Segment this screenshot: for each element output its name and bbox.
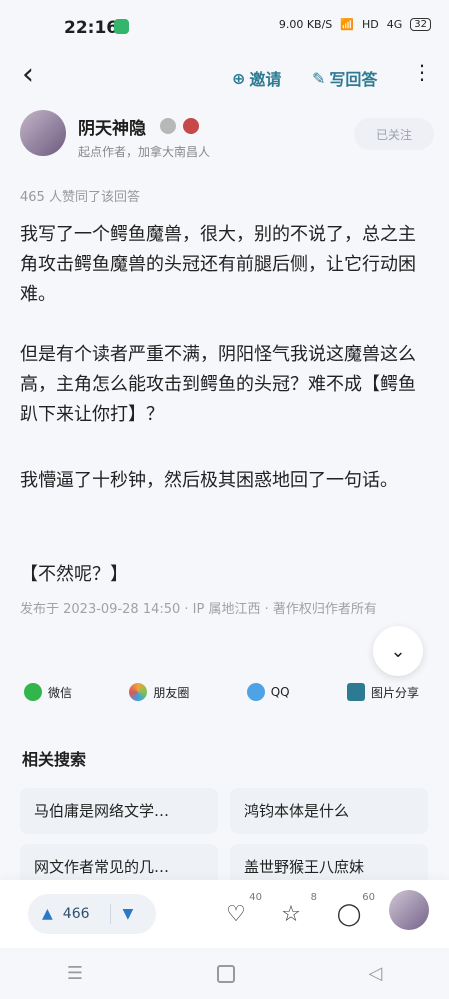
star-icon: ☆	[281, 901, 301, 927]
vote-pill: ▲ 466 ▼	[28, 894, 156, 934]
share-image[interactable]: 图片分享	[346, 683, 419, 701]
creator-badge-icon	[183, 118, 199, 134]
battery-indicator: 32	[410, 18, 431, 31]
author-avatar[interactable]	[20, 110, 66, 156]
related-search-title: 相关搜索	[22, 750, 87, 769]
qq-icon	[246, 683, 265, 701]
like-button[interactable]: ♡ 40	[216, 892, 262, 934]
wechat-icon	[24, 683, 42, 701]
status-indicators: 9.00 KB/S 📶 HD 4G 32	[279, 18, 431, 31]
mini-avatar[interactable]	[389, 890, 429, 930]
back-triangle-icon[interactable]: ◁	[368, 963, 382, 984]
answer-header: ‹ ⊕ 邀请 ✎ 写回答 ⋮	[0, 46, 449, 104]
author-card: 阴天神隐 起点作者，加拿大南昌人 已关注	[20, 110, 434, 166]
app-notification-icon	[114, 19, 129, 34]
follow-button[interactable]: 已关注	[354, 118, 434, 150]
invite-label: 邀请	[249, 70, 282, 89]
wifi-icon: 📶	[340, 18, 354, 31]
status-bar: 22:16 9.00 KB/S 📶 HD 4G 32	[0, 0, 449, 46]
write-answer-button[interactable]: ✎ 写回答	[312, 66, 377, 90]
comment-count: 60	[362, 892, 375, 903]
back-button[interactable]: ‹	[22, 60, 34, 90]
image-icon	[346, 683, 365, 701]
status-time: 22:16	[64, 18, 119, 38]
publish-meta: 发布于 2023-09-28 14:50 · IP 属地江西 · 著作权归作者所…	[20, 602, 377, 617]
heart-icon: ♡	[226, 901, 246, 927]
edit-icon: ✎	[312, 68, 326, 88]
network-speed: 9.00 KB/S	[278, 18, 333, 31]
menu-icon[interactable]: ☰	[67, 963, 83, 984]
share-wechat[interactable]: 微信	[24, 683, 72, 701]
share-qq-label: QQ	[270, 685, 290, 699]
author-name[interactable]: 阴天神隐	[78, 114, 146, 139]
agree-count-text: 465 人赞同了该回答	[20, 190, 140, 205]
share-wechat-label: 微信	[48, 685, 73, 700]
comment-icon: ◯	[336, 901, 362, 927]
invite-button[interactable]: ⊕ 邀请	[232, 66, 281, 90]
like-count: 40	[249, 892, 262, 903]
expand-button[interactable]: ⌄	[373, 626, 423, 676]
share-bar: 微信 朋友圈 QQ 图片分享	[24, 683, 419, 701]
double-chevron-down-icon: ⌄	[390, 640, 406, 662]
system-nav-bar: ☰ ◁	[0, 948, 449, 999]
favorite-count: 8	[310, 892, 317, 903]
write-answer-label: 写回答	[329, 70, 378, 89]
share-moments-label: 朋友圈	[153, 685, 190, 700]
related-item[interactable]: 鸿钧本体是什么	[230, 788, 428, 834]
more-options-button[interactable]: ⋮	[412, 62, 432, 82]
answer-paragraph-2: 但是有个读者严重不满，阴阳怪气我说这魔兽这么高，主角怎么能攻击到鳄鱼的头冠？难不…	[20, 344, 416, 425]
hd-badge: HD	[361, 18, 379, 31]
related-item[interactable]: 马伯庸是网络文学…	[20, 788, 218, 834]
answer-paragraph-3: 我懵逼了十秒钟，然后极其困惑地回了一句话。	[20, 470, 398, 491]
author-subtitle: 起点作者，加拿大南昌人	[78, 145, 211, 159]
share-image-label: 图片分享	[370, 685, 419, 700]
vote-count: 466	[62, 906, 90, 922]
answer-paragraph-4: 【不然呢？】	[20, 564, 128, 585]
home-icon[interactable]	[216, 964, 235, 983]
upvote-icon[interactable]: ▲	[42, 906, 53, 922]
share-moments[interactable]: 朋友圈	[129, 683, 189, 701]
comment-button[interactable]: ◯ 60	[329, 892, 375, 934]
signal-label: 4G	[386, 18, 403, 31]
favorite-button[interactable]: ☆ 8	[271, 892, 317, 934]
add-person-icon: ⊕	[232, 68, 246, 88]
downvote-icon[interactable]: ▼	[123, 906, 134, 922]
answer-paragraph-1: 我写了一个鳄鱼魔兽，很大，别的不说了，总之主角攻击鳄鱼魔兽的头冠还有前腿后侧，让…	[20, 224, 416, 305]
bottom-action-bar: ▲ 466 ▼ ♡ 40 ☆ 8 ◯ 60	[0, 880, 449, 948]
share-qq[interactable]: QQ	[246, 683, 290, 701]
badge-icon	[160, 118, 176, 134]
moments-icon	[129, 683, 148, 701]
vote-divider	[109, 904, 111, 924]
